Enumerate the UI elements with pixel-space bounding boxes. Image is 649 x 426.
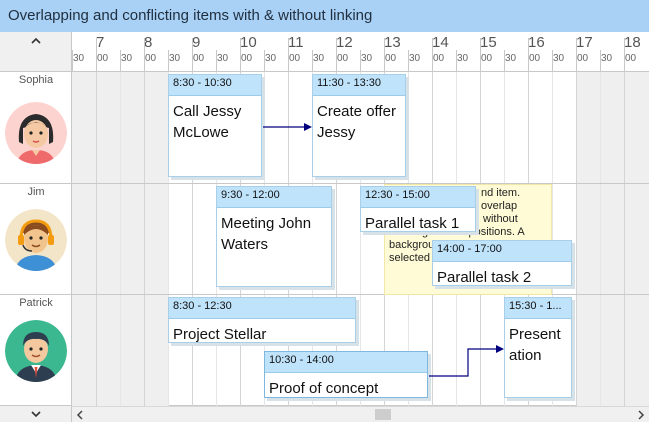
link-arrow-call-to-offer[interactable]: [263, 123, 312, 131]
link-lines: [263, 123, 504, 377]
scroll-left-button[interactable]: [74, 408, 86, 420]
chevron-left-icon: [76, 410, 83, 420]
chevron-down-icon: [31, 411, 41, 418]
chevron-right-icon: [638, 410, 645, 420]
link-arrow-proof-to-presentation[interactable]: [429, 345, 504, 377]
expand-button[interactable]: [28, 407, 44, 421]
horizontal-scrollbar[interactable]: [0, 406, 649, 422]
scroll-thumb[interactable]: [375, 409, 391, 420]
scroll-right-button[interactable]: [635, 408, 647, 420]
